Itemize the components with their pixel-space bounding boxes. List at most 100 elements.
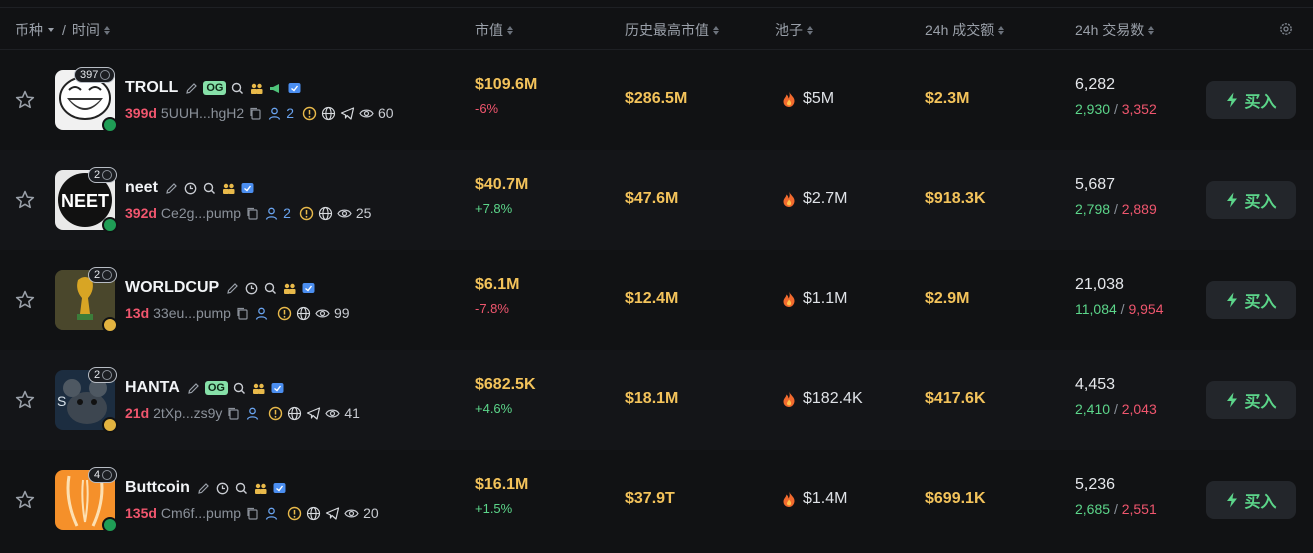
ath-header[interactable]: 历史最高市值 (625, 20, 719, 40)
sort-icon[interactable] (507, 25, 513, 35)
group-icon[interactable] (249, 81, 264, 96)
token-address[interactable]: Cm6f...pump (161, 505, 241, 521)
token-name[interactable]: TROLL (125, 79, 178, 97)
globe-icon[interactable] (306, 506, 321, 521)
group-icon[interactable] (251, 381, 266, 396)
user-icon[interactable] (254, 306, 269, 321)
table-row[interactable]: 397 TROLL OG 399d 5UUH...hgH2 2 60 $109.… (0, 50, 1313, 150)
fire-icon (783, 91, 795, 107)
copy-icon[interactable] (235, 306, 250, 321)
sort-icon[interactable] (713, 25, 719, 35)
user-icon[interactable] (264, 506, 279, 521)
sort-icon[interactable] (807, 25, 813, 35)
telegram-icon[interactable] (340, 106, 355, 121)
token-name[interactable]: neet (125, 179, 158, 197)
buy-button[interactable]: 买入 (1206, 181, 1296, 219)
warning-icon[interactable] (302, 106, 317, 121)
token-name[interactable]: Buttcoin (125, 479, 190, 497)
star-icon[interactable] (14, 489, 36, 511)
chat-icon[interactable] (287, 81, 302, 96)
buy-sell-counts: 2,685 / 2,551 (1075, 501, 1157, 517)
megaphone-icon[interactable] (268, 81, 283, 96)
warning-icon[interactable] (277, 306, 292, 321)
globe-icon[interactable] (287, 406, 302, 421)
chevron-down-icon[interactable] (48, 28, 54, 32)
telegram-icon[interactable] (306, 406, 321, 421)
star-icon[interactable] (14, 389, 36, 411)
token-time-header[interactable]: 币种 / 时间 (15, 20, 110, 40)
token-name[interactable]: HANTA (125, 379, 180, 397)
sort-icon[interactable] (998, 25, 1005, 35)
token-address[interactable]: Ce2g...pump (161, 205, 241, 221)
sort-icon[interactable] (1148, 25, 1155, 35)
copy-icon[interactable] (245, 206, 260, 221)
edit-icon[interactable] (184, 81, 199, 96)
mcap-col-label[interactable]: 市值 (475, 20, 503, 40)
search-icon[interactable] (263, 281, 278, 296)
group-icon[interactable] (221, 181, 236, 196)
warning-icon[interactable] (268, 406, 283, 421)
chat-icon[interactable] (301, 281, 316, 296)
buy-button[interactable]: 买入 (1206, 381, 1296, 419)
chat-icon[interactable] (272, 481, 287, 496)
clock-icon[interactable] (183, 181, 198, 196)
edit-icon[interactable] (225, 281, 240, 296)
telegram-icon[interactable] (325, 506, 340, 521)
search-icon[interactable] (232, 381, 247, 396)
buy-button[interactable]: 买入 (1206, 281, 1296, 319)
group-icon[interactable] (282, 281, 297, 296)
volume-header[interactable]: 24h 成交额 (925, 20, 1005, 40)
copy-icon[interactable] (245, 506, 260, 521)
clock-icon[interactable] (215, 481, 230, 496)
pool-header[interactable]: 池子 (775, 20, 813, 40)
star-icon[interactable] (14, 189, 36, 211)
token-address[interactable]: 5UUH...hgH2 (161, 105, 244, 121)
buy-button[interactable]: 买入 (1206, 81, 1296, 119)
sells-count: 2,043 (1121, 401, 1157, 417)
edit-icon[interactable] (164, 181, 179, 196)
buy-button[interactable]: 买入 (1206, 481, 1296, 519)
pool-col-label[interactable]: 池子 (775, 20, 803, 40)
search-icon[interactable] (230, 81, 245, 96)
table-row[interactable]: NEET 2 neet 392d Ce2g...pump 2 25 $40.7M… (0, 150, 1313, 250)
globe-icon[interactable] (321, 106, 336, 121)
token-address[interactable]: 33eu...pump (153, 305, 231, 321)
all-time-high-mcap: $37.9T (625, 490, 675, 507)
copy-icon[interactable] (248, 106, 263, 121)
token-name[interactable]: WORLDCUP (125, 279, 219, 297)
volume-col-label[interactable]: 24h 成交额 (925, 20, 994, 40)
globe-icon[interactable] (296, 306, 311, 321)
clock-icon[interactable] (244, 281, 259, 296)
sort-icon[interactable] (103, 25, 110, 35)
star-icon[interactable] (14, 89, 36, 111)
star-icon[interactable] (14, 289, 36, 311)
time-col-label[interactable]: 时间 (72, 20, 100, 40)
user-icon[interactable] (264, 206, 279, 221)
txs-header[interactable]: 24h 交易数 (1075, 20, 1155, 40)
globe-icon[interactable] (318, 206, 333, 221)
table-row[interactable]: S 2 HANTA OG 21d 2tXp...zs9y 41 $682.5K … (0, 350, 1313, 450)
table-row[interactable]: 4 Buttcoin 135d Cm6f...pump 20 $16.1M +1… (0, 450, 1313, 550)
user-icon[interactable] (267, 106, 282, 121)
gear-icon[interactable] (1278, 21, 1294, 37)
search-icon[interactable] (234, 481, 249, 496)
token-col-label[interactable]: 币种 (15, 20, 43, 40)
group-icon[interactable] (253, 481, 268, 496)
user-icon[interactable] (245, 406, 260, 421)
token-address[interactable]: 2tXp...zs9y (153, 405, 222, 421)
all-time-high-mcap: $18.1M (625, 390, 679, 407)
ath-col-label[interactable]: 历史最高市值 (625, 20, 709, 40)
edit-icon[interactable] (186, 381, 201, 396)
warning-icon[interactable] (287, 506, 302, 521)
copy-icon[interactable] (226, 406, 241, 421)
warning-icon[interactable] (299, 206, 314, 221)
fire-icon (783, 491, 795, 507)
chat-icon[interactable] (240, 181, 255, 196)
mcap-header[interactable]: 市值 (475, 20, 513, 40)
txs-col-label[interactable]: 24h 交易数 (1075, 20, 1144, 40)
search-icon[interactable] (202, 181, 217, 196)
buys-sells-separator: / (1113, 101, 1122, 117)
edit-icon[interactable] (196, 481, 211, 496)
chat-icon[interactable] (270, 381, 285, 396)
table-row[interactable]: 2 WORLDCUP 13d 33eu...pump 99 $6.1M -7.8… (0, 250, 1313, 350)
